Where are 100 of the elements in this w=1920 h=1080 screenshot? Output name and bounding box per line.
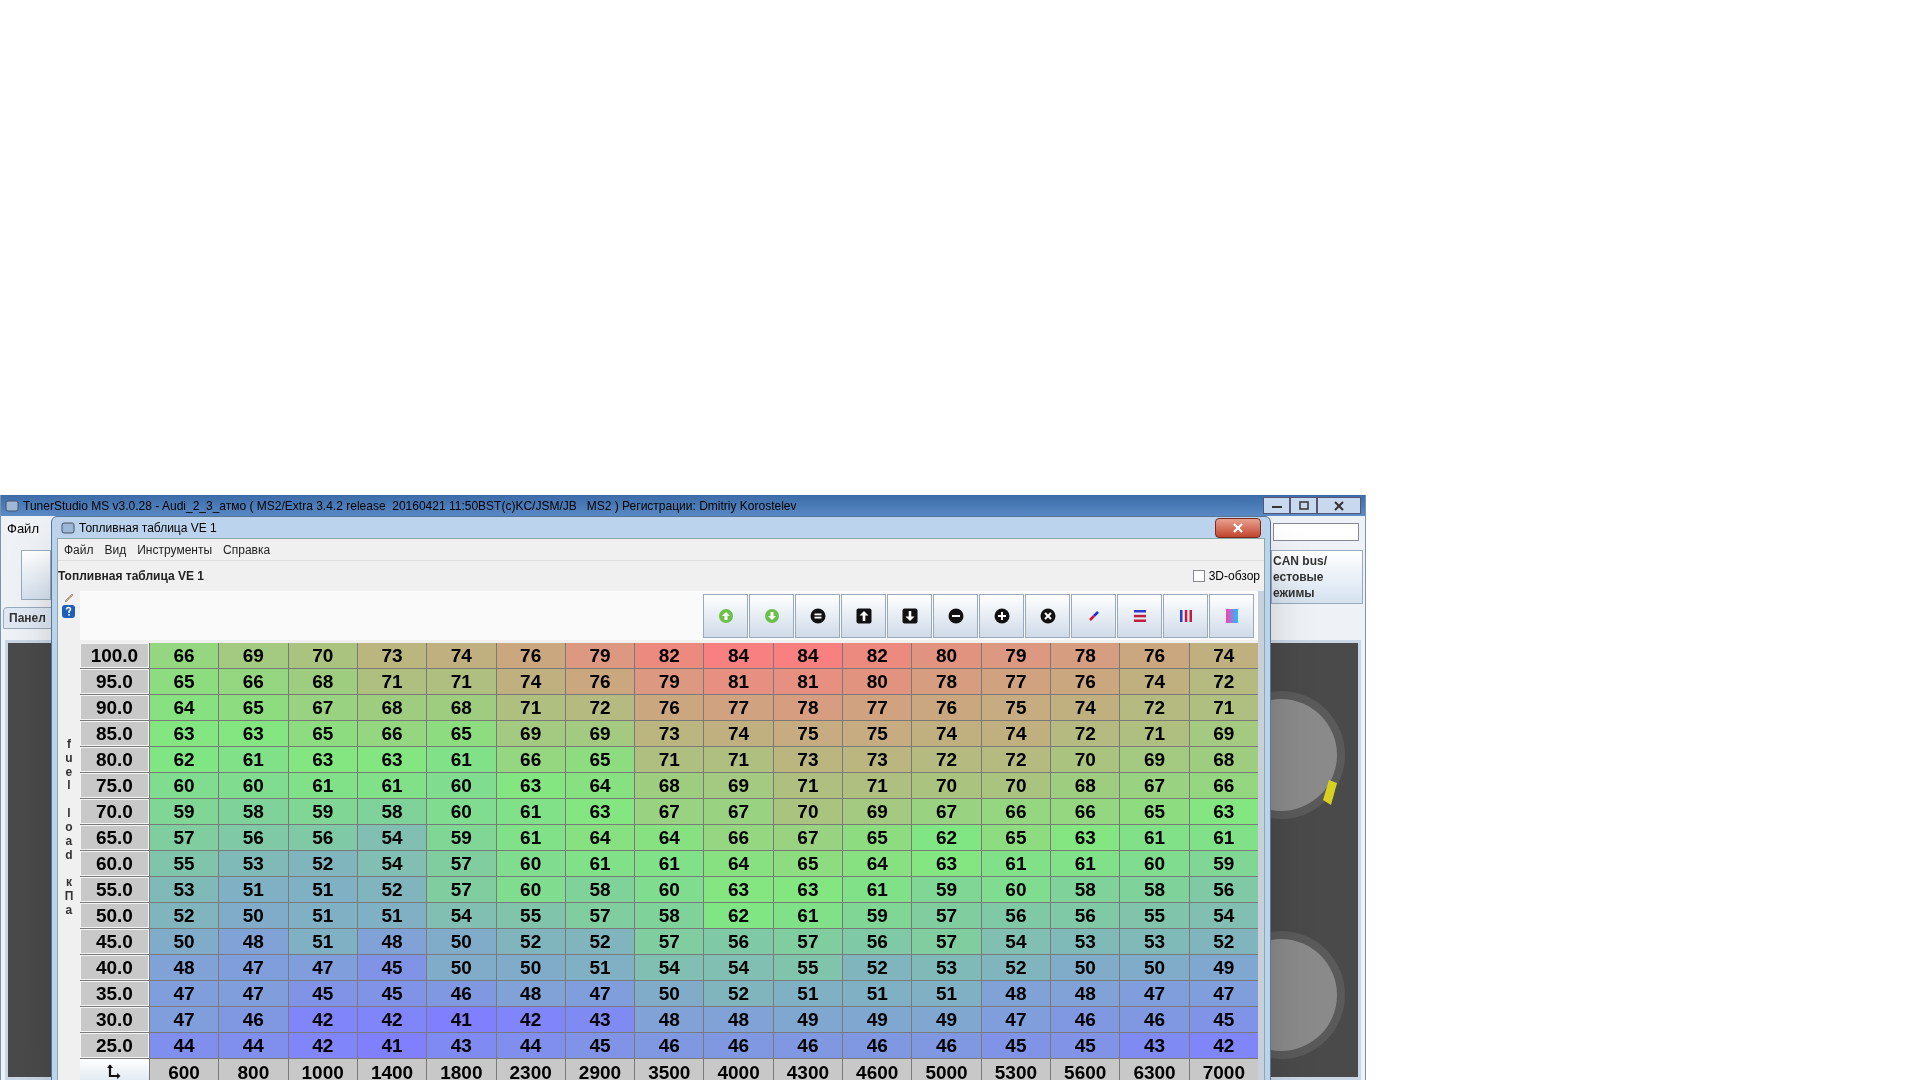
- table-cell: 49: [912, 1007, 981, 1032]
- table-cell: 82: [635, 643, 704, 668]
- table-cell: 63: [704, 877, 773, 902]
- table-cell: 67: [288, 695, 357, 720]
- toolbar-button[interactable]: [887, 593, 932, 638]
- checkbox[interactable]: [1192, 570, 1205, 582]
- table-cell: 50: [149, 929, 219, 954]
- table-cell: 58: [1120, 877, 1189, 902]
- table-cell: 57: [427, 851, 496, 876]
- vertical-bars-icon: [1177, 607, 1194, 624]
- table-cell: 46: [1051, 1007, 1120, 1032]
- table-cell: 67: [912, 799, 981, 824]
- table-cell: 51: [288, 929, 357, 954]
- table-cell: 63: [219, 721, 288, 746]
- table-cell: 42: [357, 1007, 427, 1032]
- table-cell: 47: [1189, 981, 1258, 1006]
- menu-item[interactable]: Справка: [223, 540, 271, 559]
- table-cell: 41: [357, 1033, 427, 1058]
- table-cell: 79: [635, 669, 704, 694]
- table-cell: 56: [843, 929, 912, 954]
- table-cell: 70: [773, 799, 843, 824]
- toolbar-button[interactable]: [795, 593, 840, 638]
- table-cell: 63: [565, 799, 635, 824]
- table-cell: 71: [357, 669, 427, 694]
- table-cell: 42: [288, 1033, 357, 1058]
- table-cell: 47: [1120, 981, 1189, 1006]
- table-cell: 63: [149, 721, 219, 746]
- toolbar-button[interactable]: [1025, 593, 1070, 638]
- table-cell: 66: [357, 721, 427, 746]
- menu-item[interactable]: Вид: [104, 540, 127, 559]
- table-cell: 74: [496, 669, 565, 694]
- checkbox-label[interactable]: 3D-обзор: [1208, 567, 1260, 585]
- table-cell: 48: [1051, 981, 1120, 1006]
- table-cell: 53: [149, 877, 219, 902]
- table-cell: 52: [981, 955, 1051, 980]
- table-cell: 67: [704, 799, 773, 824]
- table-cell: 63: [496, 773, 565, 798]
- table-cell: 61: [981, 851, 1051, 876]
- table-cell: 75: [981, 695, 1051, 720]
- table-cell: 56: [1189, 877, 1258, 902]
- help-icon[interactable]: [62, 605, 76, 618]
- table-cell: 56: [981, 903, 1051, 928]
- table-cell: 57: [427, 877, 496, 902]
- minimize-button[interactable]: [1263, 497, 1290, 514]
- table-cell: 82: [843, 643, 912, 668]
- table-cell: 53: [1051, 929, 1120, 954]
- table-cell: 65: [149, 669, 219, 694]
- table-cell: 78: [773, 695, 843, 720]
- table-cell: 71: [704, 747, 773, 772]
- side-button[interactable]: CAN bus/ естовые ежимы: [1271, 550, 1363, 604]
- table-cell: 47: [149, 981, 219, 1006]
- table-cell: 67: [773, 825, 843, 850]
- table-cell: 81: [773, 669, 843, 694]
- menu-item[interactable]: Инструменты: [137, 540, 213, 559]
- column-header: 2300: [496, 1059, 565, 1080]
- axis-label: кПа: [64, 876, 74, 918]
- axis-swap-button[interactable]: [79, 1059, 149, 1080]
- table-cell: 63: [1189, 799, 1258, 824]
- table-cell: 49: [773, 1007, 843, 1032]
- table-cell: 54: [635, 955, 704, 980]
- table-cell: 51: [843, 981, 912, 1006]
- table-cell: 68: [427, 695, 496, 720]
- table-cell: 52: [288, 851, 357, 876]
- close-button[interactable]: [1215, 517, 1261, 538]
- table-cell: 63: [773, 877, 843, 902]
- table-cell: 74: [1189, 643, 1258, 668]
- table-cell: 65: [565, 747, 635, 772]
- toolbar-button[interactable]: [841, 593, 886, 638]
- table-cell: 64: [704, 851, 773, 876]
- table-cell: 52: [565, 929, 635, 954]
- table-cell: 68: [1051, 773, 1120, 798]
- table-cell: 57: [912, 929, 981, 954]
- table-cell: 61: [1051, 851, 1120, 876]
- table-cell: 61: [773, 903, 843, 928]
- table-cell: 50: [427, 955, 496, 980]
- table-cell: 76: [1120, 643, 1189, 668]
- table-cell: 55: [496, 903, 565, 928]
- column-header: 5300: [981, 1059, 1051, 1080]
- gradient-icon: [1223, 607, 1240, 624]
- toolbar-button[interactable]: [979, 593, 1024, 638]
- table-cell: 62: [149, 747, 219, 772]
- table-cell: 72: [912, 747, 981, 772]
- search-field[interactable]: [1273, 523, 1359, 541]
- table-cell: 50: [635, 981, 704, 1006]
- axis-label: fuel: [64, 738, 74, 794]
- close-button[interactable]: [1317, 497, 1361, 514]
- table-cell: 61: [427, 747, 496, 772]
- table-cell: 51: [773, 981, 843, 1006]
- table-cell: 59: [843, 903, 912, 928]
- table-cell: 52: [704, 981, 773, 1006]
- menu-item[interactable]: Файл: [7, 519, 39, 539]
- table-cell: 71: [1189, 695, 1258, 720]
- maximize-button[interactable]: [1290, 497, 1317, 514]
- table-cell: 65: [288, 721, 357, 746]
- toolbar-button[interactable]: [933, 593, 978, 638]
- table-cell: 42: [1189, 1033, 1258, 1058]
- table-cell: 58: [357, 799, 427, 824]
- table-cell: 61: [1120, 825, 1189, 850]
- table-cell: 84: [704, 643, 773, 668]
- menu-item[interactable]: Файл: [64, 540, 94, 559]
